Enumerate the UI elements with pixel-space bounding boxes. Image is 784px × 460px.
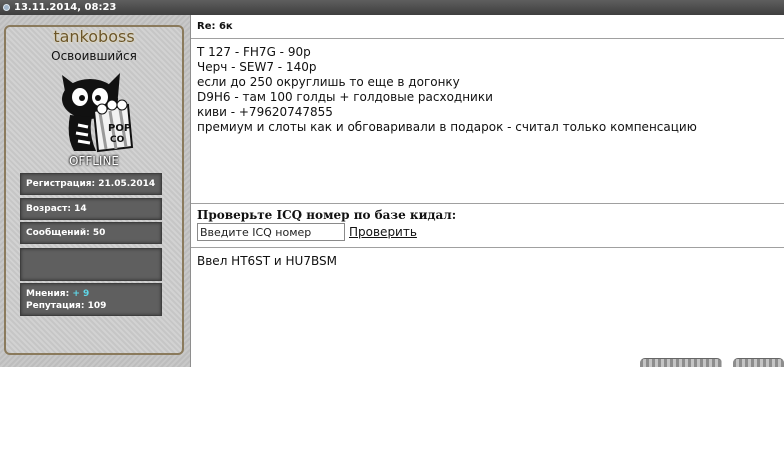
- post-line: D9H6 - там 100 голды + голдовые расходни…: [197, 90, 493, 104]
- cat-with-popcorn-icon[interactable]: POP CO: [48, 67, 138, 157]
- title-divider: [191, 38, 784, 39]
- icq-check-title: Проверьте ICQ номер по базе кидал:: [197, 208, 457, 222]
- post-line: премиум и слоты как и обговаривали в под…: [197, 120, 697, 134]
- post-datetime: 13.11.2014, 08:23: [14, 2, 117, 13]
- opinions-label: Мнения:: [26, 289, 70, 299]
- post-body: Т 127 - FH7G - 90р Черч - SEW7 - 140р ес…: [197, 45, 697, 135]
- reputation-label: Репутация:: [26, 301, 85, 311]
- post-action-button[interactable]: [733, 358, 784, 367]
- reputation-row: Репутация: 109: [26, 300, 161, 312]
- svg-text:CO: CO: [110, 135, 125, 145]
- profile-card: tankoboss Освоившийся POP CO OFFLINE Рег…: [4, 25, 184, 355]
- registration-stat: Регистрация: 21.05.2014: [20, 173, 162, 195]
- author-rank: Освоившийся: [51, 49, 137, 63]
- reputation-box: Мнения: + 9 Репутация: 109: [20, 283, 162, 316]
- icq-check-button[interactable]: Проверить: [349, 225, 417, 239]
- reputation-value: 109: [87, 301, 107, 311]
- svg-text:POP: POP: [108, 123, 131, 134]
- author-sidebar: tankoboss Освоившийся POP CO OFFLINE Рег…: [0, 15, 191, 367]
- author-status: OFFLINE: [68, 154, 120, 168]
- author-username[interactable]: tankoboss: [6, 27, 182, 46]
- icq-divider: [191, 203, 784, 204]
- messages-stat: Сообщений: 50: [20, 222, 162, 244]
- empty-stat-box: [20, 248, 162, 281]
- post-line: Черч - SEW7 - 140р: [197, 60, 317, 74]
- status-dot-icon: [3, 4, 10, 11]
- icq-number-input[interactable]: [197, 223, 345, 241]
- post-action-button[interactable]: [640, 358, 722, 367]
- signature-divider: [191, 247, 784, 248]
- age-stat: Возраст: 14: [20, 198, 162, 220]
- opinions-row: Мнения: + 9: [26, 288, 161, 300]
- post-title: Re: 6к: [197, 21, 233, 32]
- opinions-value[interactable]: + 9: [72, 289, 89, 299]
- post-line: Т 127 - FH7G - 90р: [197, 45, 311, 59]
- post-signature: Ввел HT6ST и HU7BSM: [197, 254, 337, 268]
- post-line: если до 250 округлишь то еще в догонку: [197, 75, 460, 89]
- post-line: киви - +79620747855: [197, 105, 333, 119]
- post-header-bar: 13.11.2014, 08:23: [0, 0, 784, 15]
